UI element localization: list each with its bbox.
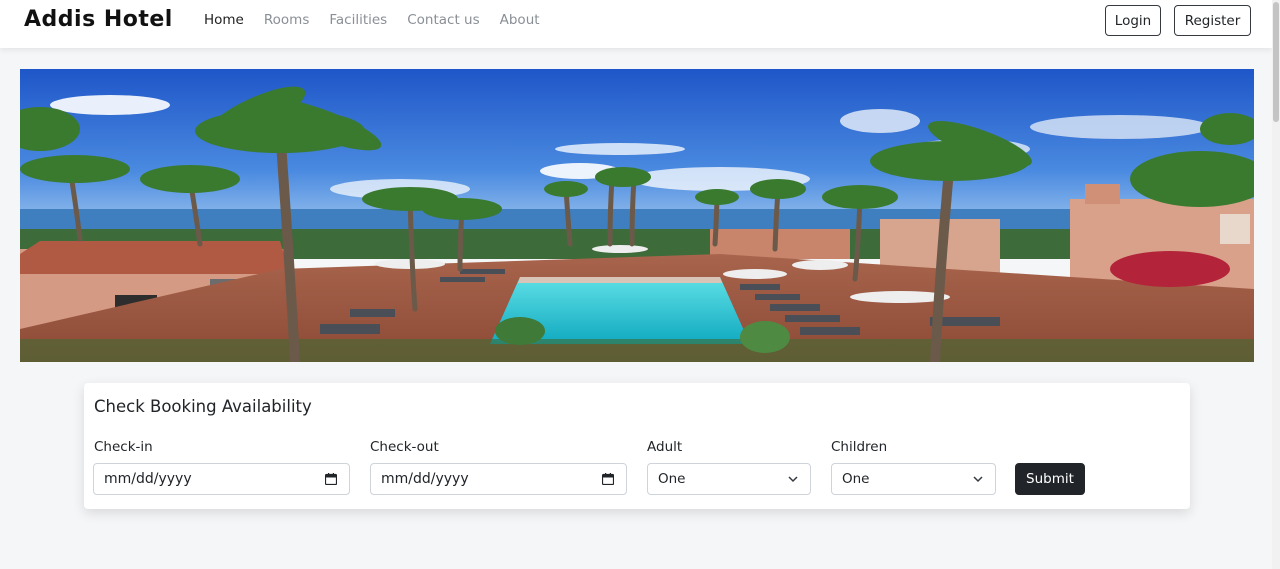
- booking-availability-card: Check Booking Availability Check-in mm/d…: [84, 383, 1190, 509]
- nav-links: Home Rooms Facilities Contact us About: [204, 12, 560, 28]
- login-button[interactable]: Login: [1105, 5, 1161, 36]
- submit-button[interactable]: Submit: [1015, 463, 1085, 495]
- checkout-date-value: mm/dd/yyyy: [381, 471, 469, 487]
- children-label: Children: [831, 439, 888, 455]
- checkout-label: Check-out: [370, 439, 439, 455]
- checkin-date-value: mm/dd/yyyy: [104, 471, 192, 487]
- children-select-value: One: [842, 471, 870, 487]
- scrollbar-thumb[interactable]: [1273, 2, 1279, 122]
- page-scrollbar[interactable]: [1272, 0, 1280, 569]
- top-navbar: Addis Hotel Home Rooms Facilities Contac…: [0, 0, 1272, 48]
- chevron-down-icon: [973, 476, 983, 483]
- nav-link-about[interactable]: About: [500, 12, 540, 28]
- adult-label: Adult: [647, 439, 683, 455]
- hotel-pool-illustration: [20, 69, 1254, 362]
- checkin-date-input[interactable]: mm/dd/yyyy: [93, 463, 350, 495]
- chevron-down-icon: [788, 476, 798, 483]
- calendar-icon[interactable]: [325, 473, 337, 485]
- brand-logo[interactable]: Addis Hotel: [24, 7, 173, 32]
- nav-link-home[interactable]: Home: [204, 12, 244, 28]
- nav-link-rooms[interactable]: Rooms: [264, 12, 309, 28]
- nav-link-contact[interactable]: Contact us: [407, 12, 479, 28]
- children-select[interactable]: One: [831, 463, 996, 495]
- adult-select-value: One: [658, 471, 686, 487]
- nav-link-facilities[interactable]: Facilities: [329, 12, 387, 28]
- calendar-icon[interactable]: [602, 473, 614, 485]
- checkout-date-input[interactable]: mm/dd/yyyy: [370, 463, 627, 495]
- adult-select[interactable]: One: [647, 463, 811, 495]
- register-button[interactable]: Register: [1174, 5, 1251, 36]
- booking-card-title: Check Booking Availability: [94, 397, 312, 416]
- hero-image: [20, 69, 1254, 362]
- checkin-label: Check-in: [94, 439, 153, 455]
